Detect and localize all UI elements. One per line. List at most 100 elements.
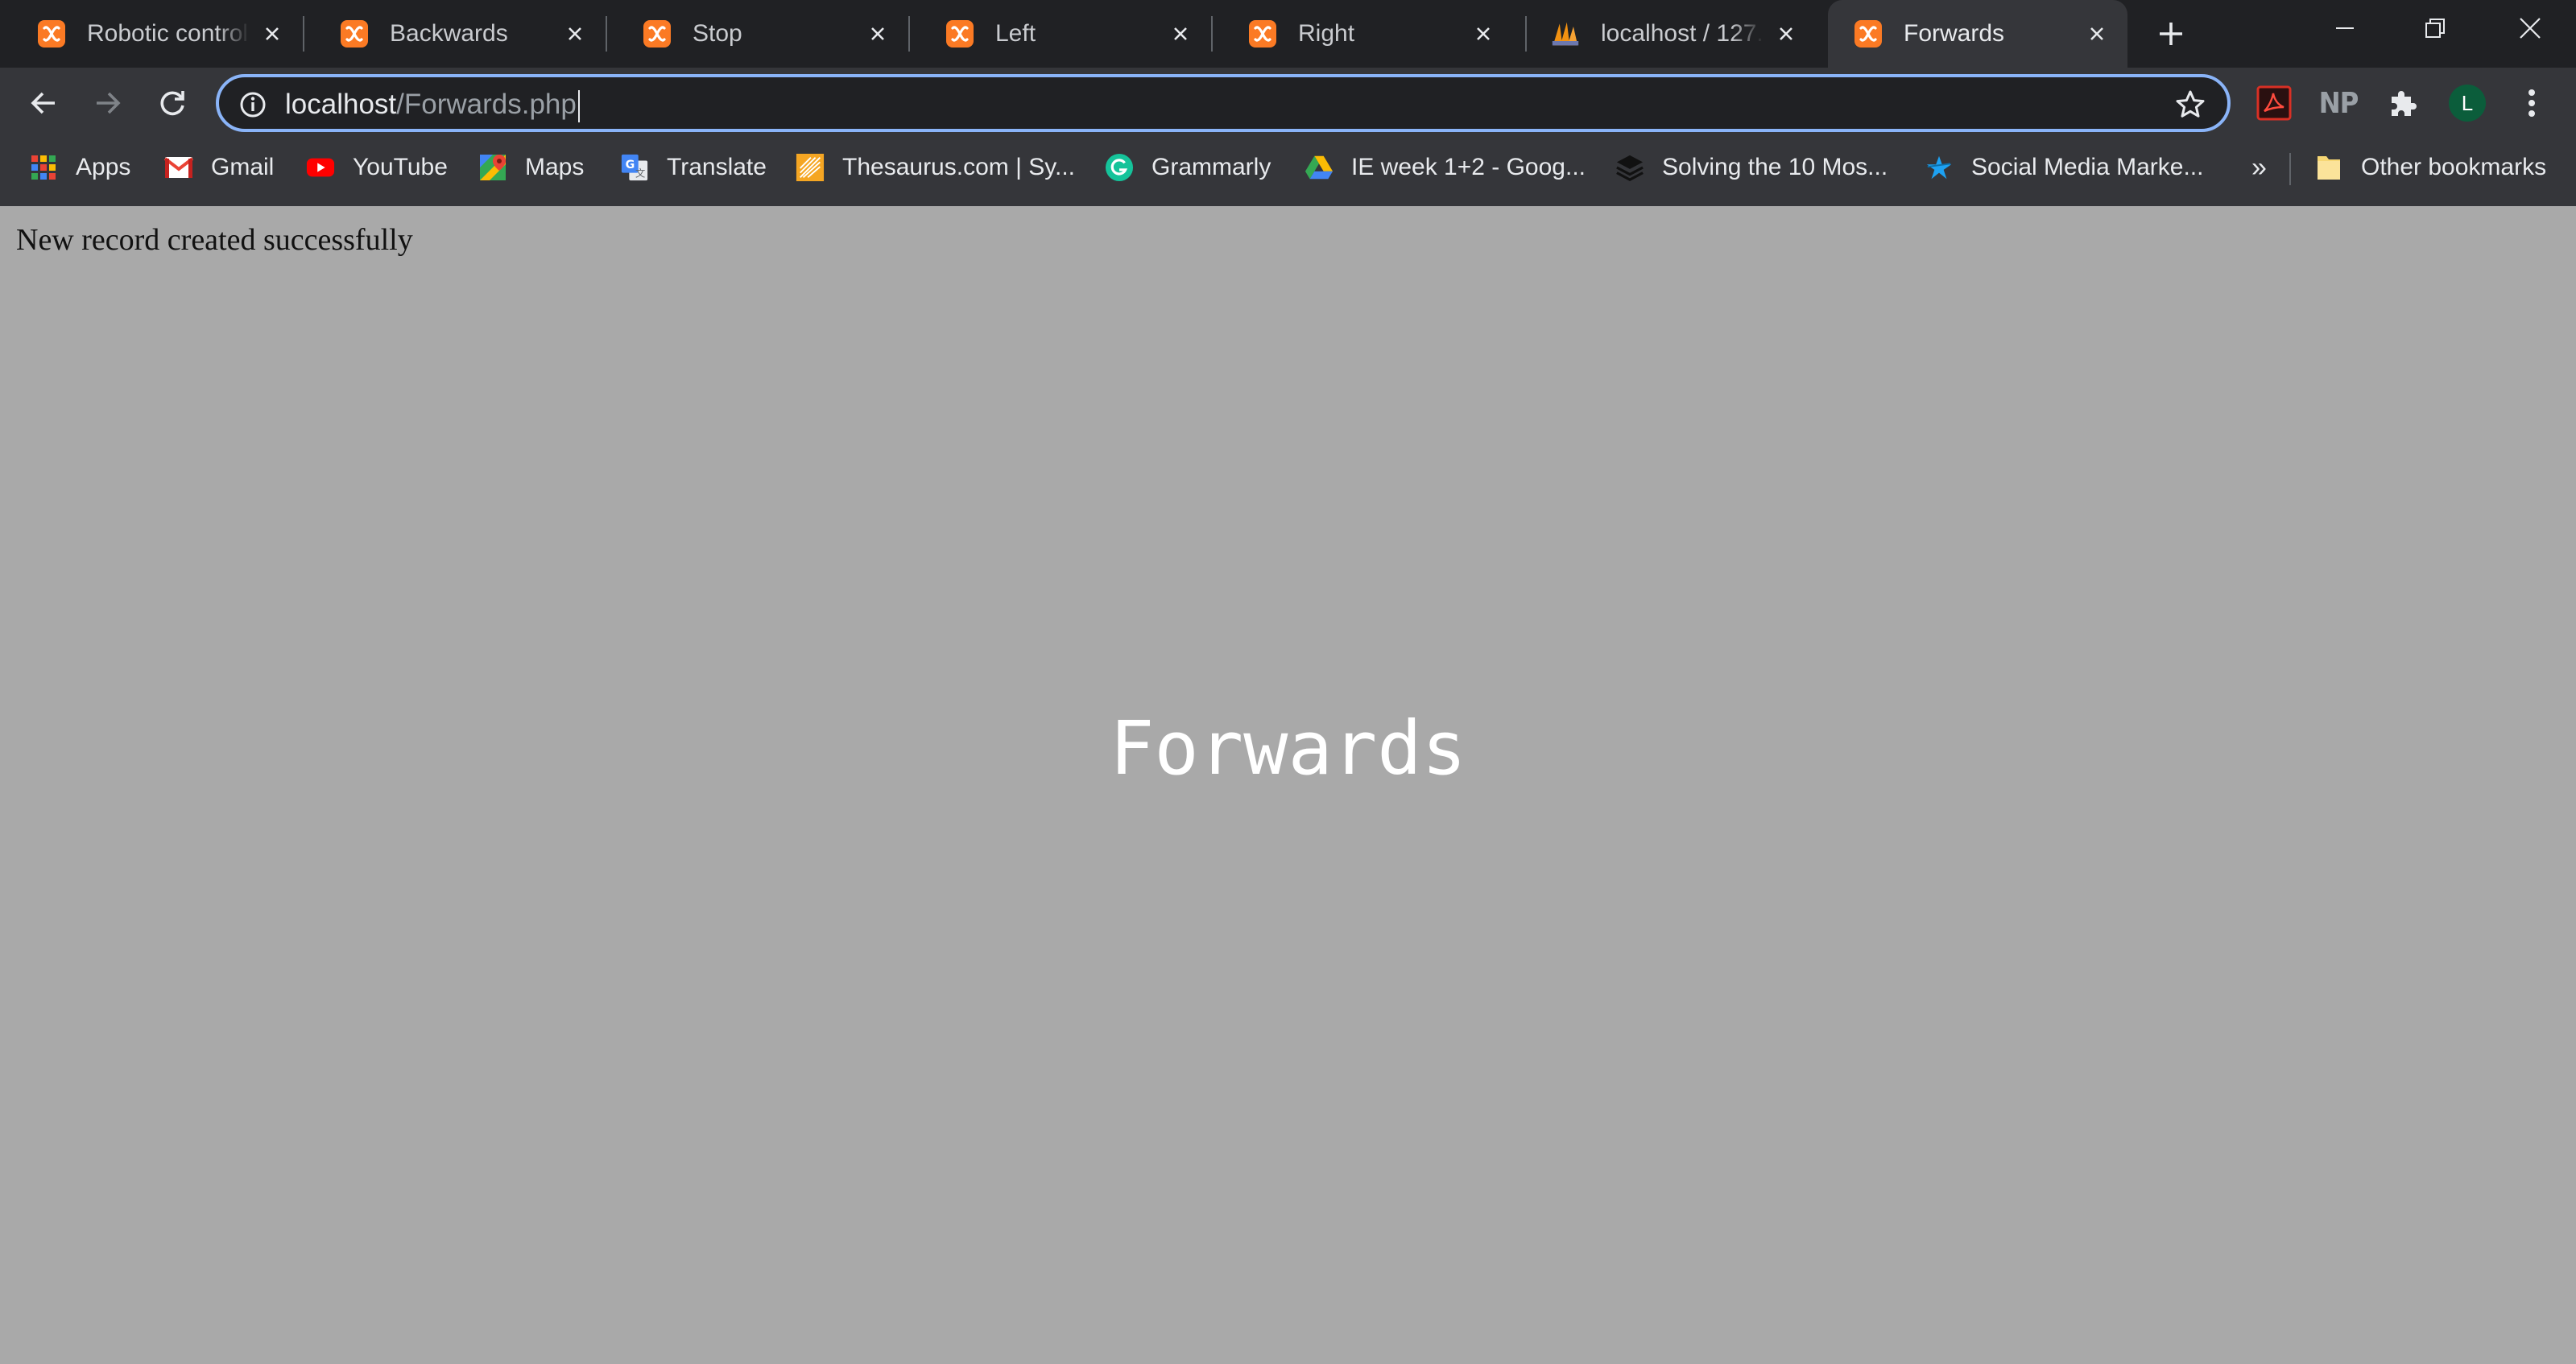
- phpmyadmin-icon: [1551, 19, 1580, 48]
- back-button[interactable]: [23, 82, 64, 124]
- plus-icon: [2160, 23, 2182, 45]
- bookmark-translate[interactable]: G文 Translate: [620, 138, 767, 196]
- bookmark-label: Grammarly: [1152, 154, 1271, 180]
- reload-button[interactable]: [151, 82, 193, 124]
- tab-title: Right: [1298, 20, 1355, 47]
- maps-icon: [478, 153, 507, 182]
- url-text[interactable]: localhost/Forwards.php: [285, 87, 580, 122]
- bookmark-label: Other bookmarks: [2361, 154, 2547, 180]
- bookmark-google-drive[interactable]: IE week 1+2 - Goog...: [1305, 138, 1586, 196]
- close-icon[interactable]: [2082, 19, 2111, 48]
- tab-separator: [908, 16, 910, 52]
- star-bird-icon: [1925, 153, 1954, 182]
- translate-icon: G文: [620, 153, 649, 182]
- xampp-icon: [37, 19, 66, 48]
- browser-toolbar: localhost/Forwards.php NP L: [0, 68, 2576, 138]
- arrow-left-icon: [31, 92, 55, 114]
- bookmark-label: Gmail: [211, 154, 275, 180]
- folder-icon: [2314, 153, 2343, 182]
- bookmark-label: Translate: [667, 154, 767, 180]
- tab-title: Stop: [693, 20, 742, 47]
- thesaurus-icon: [796, 153, 825, 182]
- bookmarks-overflow-button[interactable]: »: [2251, 138, 2267, 196]
- grammarly-icon: [1105, 153, 1134, 182]
- tab-robotic-control[interactable]: Robotic control: [11, 0, 303, 68]
- minimize-button[interactable]: [2300, 0, 2390, 56]
- bookmark-maps[interactable]: Maps: [478, 138, 584, 196]
- close-icon[interactable]: [1469, 19, 1498, 48]
- close-icon[interactable]: [1166, 19, 1195, 48]
- tab-title: Backwards: [390, 20, 508, 47]
- bookmarks-separator: [2289, 153, 2291, 185]
- reload-icon: [160, 91, 184, 116]
- np-extension-icon[interactable]: NP: [2318, 84, 2359, 122]
- menu-kebab-icon[interactable]: [2512, 84, 2551, 122]
- tab-title: Left: [995, 20, 1036, 47]
- tab-phpmyadmin[interactable]: localhost / 127.0: [1525, 0, 1817, 68]
- bookmark-apps[interactable]: Apps: [29, 138, 130, 196]
- chevron-double-right-icon: »: [2251, 151, 2267, 183]
- close-icon[interactable]: [560, 19, 589, 48]
- xampp-icon: [340, 19, 369, 48]
- tab-strip: Robotic control Backwards Stop Left Righ…: [0, 0, 2576, 68]
- bookmark-social-media[interactable]: Social Media Marke...: [1925, 138, 2203, 196]
- bookmarks-bar: Apps Gmail YouTube Maps G文 Translate The…: [0, 138, 2576, 206]
- other-bookmarks-folder[interactable]: Other bookmarks: [2314, 138, 2546, 196]
- url-host: localhost: [285, 89, 397, 120]
- arrow-right-icon: [97, 92, 121, 114]
- status-message: New record created successfully: [16, 223, 413, 257]
- close-icon: [2520, 18, 2541, 39]
- tab-separator: [303, 16, 304, 52]
- bookmark-thesaurus[interactable]: Thesaurus.com | Sy...: [796, 138, 1075, 196]
- layers-icon: [1615, 153, 1644, 182]
- youtube-icon: [306, 153, 335, 182]
- bookmark-label: Solving the 10 Mos...: [1662, 154, 1888, 180]
- tab-title: localhost / 127.0: [1601, 20, 1764, 47]
- tab-title: Forwards: [1904, 20, 2005, 47]
- tab-backwards[interactable]: Backwards: [314, 0, 606, 68]
- svg-text:G: G: [626, 159, 635, 172]
- profile-avatar[interactable]: L: [2448, 84, 2487, 122]
- info-icon[interactable]: [237, 89, 269, 121]
- tab-separator: [606, 16, 607, 52]
- address-bar[interactable]: localhost/Forwards.php: [216, 74, 2231, 132]
- google-drive-icon: [1305, 153, 1333, 182]
- bookmark-label: Thesaurus.com | Sy...: [842, 154, 1075, 180]
- gmail-icon: [164, 153, 193, 182]
- svg-text:文: 文: [635, 167, 645, 179]
- acrobat-extension-icon[interactable]: [2255, 84, 2293, 122]
- bookmark-grammarly[interactable]: Grammarly: [1105, 138, 1271, 196]
- minimize-icon: [2336, 27, 2354, 29]
- page-heading: Forwards: [1109, 705, 1467, 792]
- tab-title: Robotic control: [87, 20, 249, 47]
- close-icon[interactable]: [1772, 19, 1801, 48]
- bookmark-solving[interactable]: Solving the 10 Mos...: [1615, 138, 1888, 196]
- restore-icon: [2425, 19, 2445, 38]
- tab-left[interactable]: Left: [920, 0, 1211, 68]
- bookmark-label: Maps: [525, 154, 585, 180]
- bookmark-label: YouTube: [353, 154, 448, 180]
- extensions-puzzle-icon[interactable]: [2384, 84, 2422, 122]
- xampp-icon: [1248, 19, 1277, 48]
- apps-grid-icon: [29, 153, 58, 182]
- bookmark-star-icon[interactable]: [2173, 87, 2208, 122]
- avatar-initial: L: [2449, 85, 2486, 122]
- bookmark-label: IE week 1+2 - Goog...: [1351, 154, 1586, 180]
- np-extension-label: NP: [2318, 86, 2359, 120]
- close-window-button[interactable]: [2485, 0, 2575, 56]
- text-caret: [577, 89, 580, 122]
- bookmark-gmail[interactable]: Gmail: [164, 138, 274, 196]
- bookmark-youtube[interactable]: YouTube: [306, 138, 448, 196]
- close-icon[interactable]: [258, 19, 287, 48]
- tab-stop[interactable]: Stop: [617, 0, 908, 68]
- tab-forwards[interactable]: Forwards: [1828, 0, 2127, 68]
- tab-separator: [1211, 16, 1213, 52]
- close-icon[interactable]: [863, 19, 892, 48]
- url-path: /Forwards.php: [396, 89, 577, 120]
- restore-button[interactable]: [2390, 0, 2480, 56]
- tab-right[interactable]: Right: [1222, 0, 1514, 68]
- xampp-icon: [1854, 19, 1883, 48]
- new-tab-button[interactable]: [2152, 14, 2190, 53]
- forward-button[interactable]: [87, 82, 129, 124]
- bookmark-label: Social Media Marke...: [1971, 154, 2204, 180]
